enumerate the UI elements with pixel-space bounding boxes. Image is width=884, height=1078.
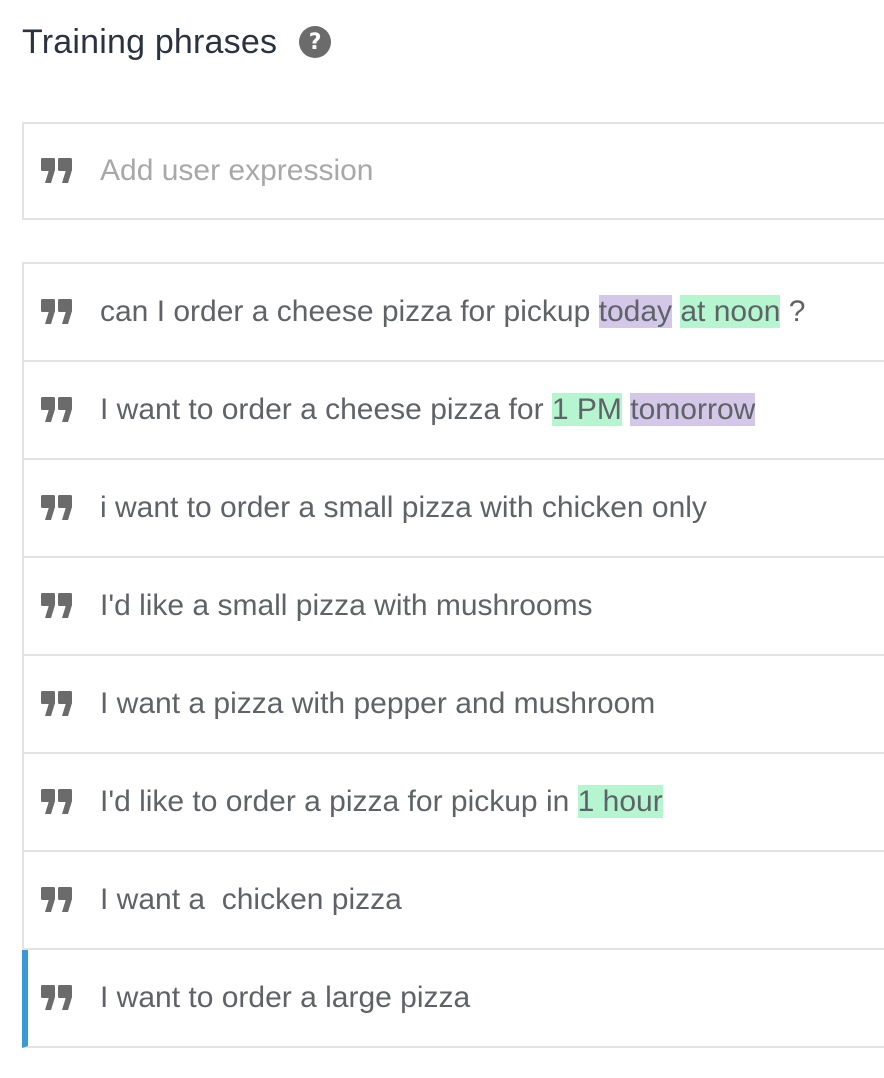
- section-header: Training phrases ?: [22, 18, 332, 66]
- quote-icon: [41, 789, 72, 814]
- training-phrase-text[interactable]: I'd like a small pizza with mushrooms: [100, 585, 593, 627]
- quote-icon: [41, 985, 72, 1010]
- training-phrase-row[interactable]: can I order a cheese pizza for pickup to…: [22, 264, 884, 362]
- phrase-segment: I want a chicken pizza: [100, 883, 402, 916]
- training-phrase-text[interactable]: I want a pizza with pepper and mushroom: [100, 683, 655, 725]
- entity-annotation[interactable]: today: [598, 295, 672, 328]
- training-phrase-text[interactable]: I want to order a large pizza: [100, 977, 470, 1019]
- quote-icon: [41, 299, 72, 324]
- phrase-segment: I'd like to order a pizza for pickup in: [100, 785, 578, 818]
- training-phrase-text[interactable]: can I order a cheese pizza for pickup to…: [100, 291, 805, 333]
- entity-annotation[interactable]: 1 PM: [551, 393, 622, 426]
- phrase-segment: I want to order a large pizza: [100, 981, 471, 1014]
- quote-icon: [41, 593, 72, 618]
- phrase-segment: can I order a cheese pizza for pickup: [100, 295, 599, 328]
- training-phrase-row[interactable]: I want a chicken pizza: [22, 852, 884, 950]
- section-title: Training phrases: [22, 22, 278, 61]
- quote-icon: [41, 495, 72, 520]
- phrase-segment: ?: [780, 295, 806, 328]
- phrase-segment: i want to order a small pizza with chick…: [100, 491, 707, 524]
- training-phrase-row[interactable]: I want to order a large pizza: [22, 950, 884, 1048]
- training-phrase-text[interactable]: I want a chicken pizza: [100, 879, 402, 921]
- training-phrase-row[interactable]: i want to order a small pizza with chick…: [22, 460, 884, 558]
- quote-icon: [41, 691, 72, 716]
- quote-icon: [41, 887, 72, 912]
- training-phrase-row[interactable]: I want a pizza with pepper and mushroom: [22, 656, 884, 754]
- training-phrase-row[interactable]: I'd like a small pizza with mushrooms: [22, 558, 884, 656]
- question-circle-icon[interactable]: ?: [299, 26, 332, 58]
- add-user-expression-input[interactable]: [100, 154, 820, 188]
- phrase-segment: I want a pizza with pepper and mushroom: [100, 687, 656, 720]
- entity-annotation[interactable]: tomorrow: [630, 393, 756, 426]
- training-phrase-text[interactable]: I'd like to order a pizza for pickup in …: [100, 781, 663, 823]
- add-expression-box[interactable]: [22, 122, 884, 220]
- quote-icon: [41, 397, 72, 422]
- quote-icon: [41, 158, 72, 183]
- phrase-segment: I'd like a small pizza with mushrooms: [100, 589, 593, 622]
- training-phrase-text[interactable]: I want to order a cheese pizza for 1 PM …: [100, 389, 756, 431]
- training-phrase-text[interactable]: i want to order a small pizza with chick…: [100, 487, 707, 529]
- entity-annotation[interactable]: 1 hour: [577, 785, 663, 818]
- training-phrases-list: can I order a cheese pizza for pickup to…: [22, 262, 884, 1048]
- entity-annotation[interactable]: at noon: [680, 295, 781, 328]
- training-phrase-row[interactable]: I want to order a cheese pizza for 1 PM …: [22, 362, 884, 460]
- phrase-segment: I want to order a cheese pizza for: [100, 393, 552, 426]
- training-phrase-row[interactable]: I'd like to order a pizza for pickup in …: [22, 754, 884, 852]
